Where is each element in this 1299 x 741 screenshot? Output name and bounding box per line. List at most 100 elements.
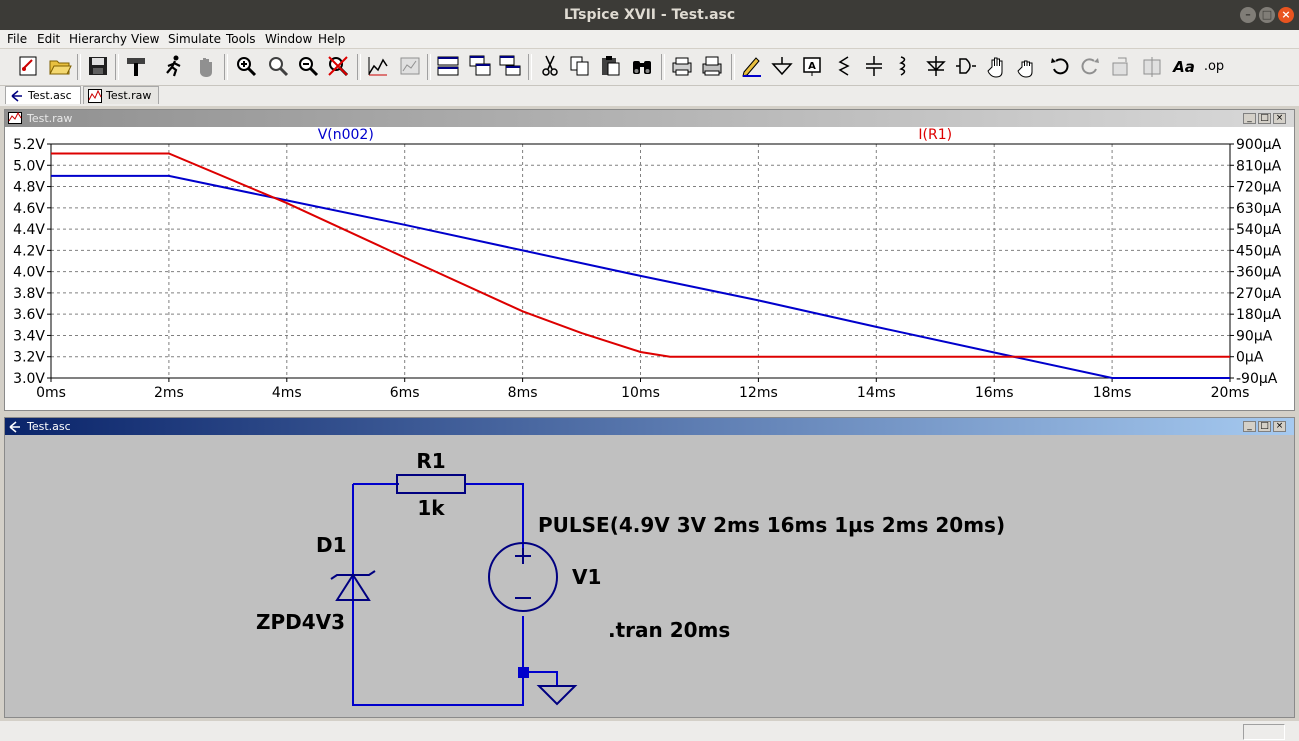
waveform-window: Test.raw _ □ × 0ms 2ms 4ms 6ms 8ms 10ms 12ms 14… [4, 109, 1295, 411]
close-button[interactable]: × [1278, 7, 1294, 23]
magnifier-icon [269, 57, 289, 77]
zoom-cancel-button[interactable] [324, 52, 352, 80]
zoom-in-icon [237, 57, 257, 77]
schematic-window-title: Test.asc [27, 420, 71, 433]
run-button[interactable] [160, 52, 188, 80]
schematic-close-button[interactable]: × [1273, 421, 1286, 432]
status-panel [1243, 724, 1285, 740]
inductor-button[interactable] [890, 52, 918, 80]
control-panel-button[interactable] [122, 52, 150, 80]
tile-horizontal-icon [437, 56, 459, 76]
waveform-restore-button[interactable]: □ [1258, 113, 1271, 124]
capacitor-icon [866, 56, 882, 76]
menu-hierarchy[interactable]: Hierarchy [69, 32, 127, 46]
tab-test-raw[interactable]: Test.raw [83, 86, 159, 104]
print-preview-button[interactable] [668, 52, 696, 80]
zoom-cancel-icon [328, 56, 349, 77]
ground-symbol[interactable] [536, 685, 578, 706]
v1-value-label[interactable]: PULSE(4.9V 3V 2ms 16ms 1µs 2ms 20ms) [538, 513, 1005, 537]
waveform-window-icon [8, 112, 22, 124]
halt-hand-icon [200, 58, 212, 77]
mirror-icon [1143, 57, 1161, 77]
spice-directive-icon: .op [1204, 59, 1224, 74]
text-button[interactable]: Aa [1170, 52, 1198, 80]
text-icon: Aa [1172, 58, 1195, 76]
y-tick-label-left: 4.6V [13, 201, 45, 217]
save-button[interactable] [84, 52, 112, 80]
x-tick-label: 2ms [154, 385, 184, 401]
svg-text:Aa: Aa [1172, 58, 1195, 76]
resistor-button[interactable] [830, 52, 858, 80]
running-man-icon [166, 55, 181, 77]
drag-button[interactable] [1014, 52, 1042, 80]
zoom-pan-button[interactable] [264, 52, 292, 80]
y-tick-label-right: 810µA [1236, 158, 1282, 174]
autorange-button[interactable] [364, 52, 392, 80]
open-hand-icon [987, 57, 1003, 78]
menu-window[interactable]: Window [265, 32, 312, 46]
label-net-icon: A [803, 57, 821, 76]
move-button[interactable] [984, 52, 1012, 80]
print-button[interactable] [698, 52, 726, 80]
paste-button[interactable] [596, 52, 624, 80]
menu-file[interactable]: File [7, 32, 27, 46]
v1-name-label[interactable]: V1 [572, 565, 601, 589]
resistor-r1[interactable] [396, 474, 466, 494]
cut-button[interactable] [536, 52, 564, 80]
status-bar [0, 721, 1299, 741]
minimize-button[interactable]: – [1240, 7, 1256, 23]
d1-value-label[interactable]: ZPD4V3 [256, 610, 345, 634]
waveform-window-titlebar [5, 110, 1294, 127]
y-tick-label-left: 4.0V [13, 265, 45, 281]
menu-view[interactable]: View [131, 32, 159, 46]
cascade-button[interactable] [466, 52, 494, 80]
schematic-window-titlebar [5, 418, 1294, 435]
schematic-canvas[interactable]: R1 1k D1 ZPD4V3 PULSE(4.9V 3V 2ms 16ms 1… [5, 435, 1294, 717]
menu-edit[interactable]: Edit [37, 32, 60, 46]
component-button[interactable] [952, 52, 980, 80]
copy-button[interactable] [566, 52, 594, 80]
halt-button[interactable] [192, 52, 220, 80]
spice-directive-label[interactable]: .tran 20ms [608, 618, 730, 642]
plot-settings-button[interactable] [396, 52, 424, 80]
label-net-button[interactable]: A [798, 52, 826, 80]
menu-help[interactable]: Help [318, 32, 345, 46]
schematic-restore-button[interactable]: □ [1258, 421, 1271, 432]
draw-wire-button[interactable] [738, 52, 766, 80]
zoom-in-button[interactable] [232, 52, 260, 80]
waveform-close-button[interactable]: × [1273, 113, 1286, 124]
y-tick-label-right: 180µA [1236, 307, 1282, 323]
copy-icon [570, 56, 589, 76]
tile-vertical-button[interactable] [496, 52, 524, 80]
waveform-plot[interactable]: 0ms 2ms 4ms 6ms 8ms 10ms 12ms 14ms 16ms 18ms 20ms 5… [5, 127, 1294, 410]
hammer-icon [127, 58, 145, 76]
d1-name-label[interactable]: D1 [316, 533, 347, 557]
ground-button[interactable] [768, 52, 796, 80]
tab-test-asc[interactable]: Test.asc [5, 86, 81, 104]
r1-value-label[interactable]: 1k [417, 496, 445, 520]
maximize-button[interactable]: □ [1259, 7, 1275, 23]
voltage-source-v1[interactable] [488, 542, 558, 612]
rotate-button[interactable] [1108, 52, 1136, 80]
cascade-icon [469, 55, 491, 76]
diode-button[interactable] [922, 52, 950, 80]
capacitor-button[interactable] [860, 52, 888, 80]
r1-name-label[interactable]: R1 [416, 449, 445, 473]
menu-simulate[interactable]: Simulate [168, 32, 221, 46]
menu-tools[interactable]: Tools [226, 32, 256, 46]
spice-directive-button[interactable]: .op [1200, 52, 1228, 80]
schematic-tab-icon [11, 90, 22, 102]
mirror-button[interactable] [1138, 52, 1166, 80]
redo-button[interactable] [1076, 52, 1104, 80]
waveform-minimize-button[interactable]: _ [1243, 113, 1256, 124]
x-tick-label: 16ms [975, 385, 1014, 401]
tile-horizontal-button[interactable] [434, 52, 462, 80]
open-button[interactable] [46, 52, 74, 80]
zoom-out-button[interactable] [294, 52, 322, 80]
y-tick-label-left: 3.0V [13, 371, 45, 387]
y-tick-label-right: 450µA [1236, 243, 1282, 259]
schematic-minimize-button[interactable]: _ [1243, 421, 1256, 432]
find-button[interactable] [628, 52, 656, 80]
undo-button[interactable] [1046, 52, 1074, 80]
new-schematic-button[interactable] [14, 52, 42, 80]
